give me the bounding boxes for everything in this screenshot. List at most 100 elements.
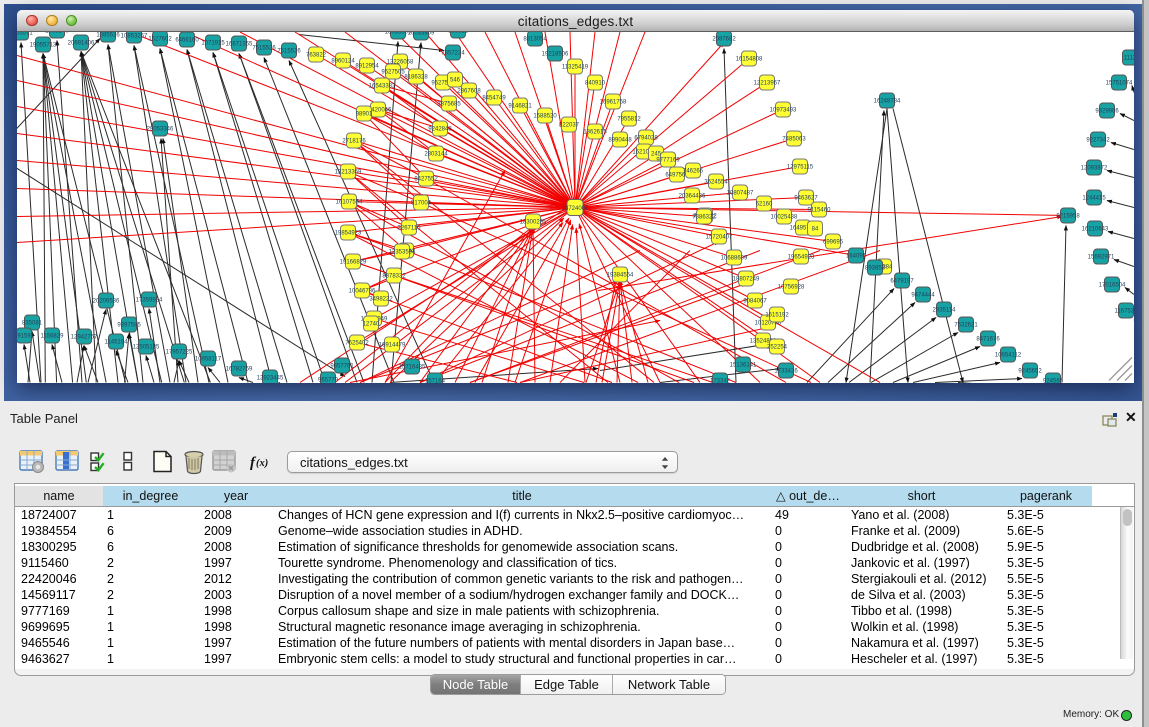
svg-text:8454749: 8454749 [482, 95, 506, 101]
svg-text:1615192: 1615192 [765, 312, 789, 318]
svg-text:12975115: 12975115 [787, 164, 814, 170]
svg-text:16107554: 16107554 [336, 199, 363, 205]
svg-text:12213967: 12213967 [754, 80, 781, 86]
svg-text:10958117: 10958117 [195, 356, 222, 362]
svg-text:7386322: 7386322 [692, 214, 716, 220]
svg-text:2718176: 2718176 [342, 138, 366, 144]
svg-text:1905571: 1905571 [17, 32, 33, 37]
svg-text:9245652: 9245652 [1018, 368, 1042, 374]
svg-text:822037: 822037 [559, 122, 580, 128]
svg-text:(x): (x) [256, 458, 268, 469]
svg-text:12740: 12740 [363, 321, 380, 327]
svg-text:84: 84 [812, 226, 819, 232]
svg-text:1145194: 1145194 [105, 339, 129, 345]
svg-text:10853267: 10853267 [121, 33, 148, 39]
svg-text:62160: 62160 [756, 201, 773, 207]
svg-text:10025438: 10025438 [771, 214, 798, 220]
svg-text:10654112: 10654112 [995, 352, 1022, 358]
svg-text:9527505: 9527505 [381, 69, 405, 75]
svg-text:17957225: 17957225 [166, 349, 193, 355]
svg-text:18807249: 18807249 [733, 276, 760, 282]
svg-text:9115460: 9115460 [808, 207, 832, 213]
svg-text:840910: 840910 [585, 80, 606, 86]
svg-text:6794028: 6794028 [634, 135, 658, 141]
svg-text:15751074: 15751074 [1106, 80, 1133, 86]
svg-text:924565: 924565 [1043, 378, 1064, 382]
svg-text:3267110: 3267110 [398, 225, 422, 231]
svg-text:29053346: 29053346 [147, 126, 174, 132]
svg-text:1156829: 1156829 [41, 333, 65, 339]
svg-text:3624554: 3624554 [704, 179, 728, 185]
svg-text:164095: 164095 [846, 253, 867, 259]
svg-text:16961758: 16961758 [600, 99, 627, 105]
svg-text:9227342: 9227342 [1086, 137, 1110, 143]
svg-text:10688609: 10688609 [721, 255, 748, 261]
svg-text:16543382: 16543382 [369, 83, 396, 89]
svg-text:7625402: 7625402 [345, 340, 369, 346]
svg-text:6466160: 6466160 [175, 37, 199, 43]
svg-text:9463627: 9463627 [794, 195, 818, 201]
svg-text:15692971: 15692971 [1088, 254, 1115, 260]
svg-text:12093872: 12093872 [1081, 165, 1108, 171]
svg-text:7632621: 7632621 [954, 322, 978, 328]
svg-text:19218506: 19218506 [542, 51, 569, 57]
svg-text:20364436: 20364436 [679, 193, 706, 199]
svg-text:8878332: 8878332 [382, 273, 406, 279]
svg-text:2087682: 2087682 [712, 36, 736, 42]
svg-text:9397585: 9397585 [117, 322, 141, 328]
svg-text:11325419: 11325419 [562, 64, 589, 70]
svg-text:17016504: 17016504 [1099, 282, 1126, 288]
svg-text:252254: 252254 [767, 344, 788, 350]
svg-text:16914479: 16914479 [379, 342, 406, 348]
svg-text:19854923: 19854923 [335, 230, 362, 236]
svg-text:8215958: 8215958 [1056, 213, 1080, 219]
svg-text:2867608: 2867608 [457, 88, 481, 94]
svg-text:12505135: 12505135 [133, 344, 160, 350]
svg-text:546: 546 [450, 77, 461, 83]
svg-text:8813054: 8813054 [523, 36, 547, 42]
svg-text:6479197: 6479197 [890, 278, 914, 284]
svg-text:18300295: 18300295 [520, 219, 547, 225]
svg-text:1167531: 1167531 [1115, 308, 1134, 314]
svg-text:8990448: 8990448 [608, 137, 632, 143]
svg-text:7955812: 7955812 [617, 116, 641, 122]
svg-text:1733426: 1733426 [774, 368, 798, 374]
svg-text:157164: 157164 [425, 378, 446, 382]
svg-text:7515526: 7515526 [277, 48, 301, 54]
svg-text:15716485: 15716485 [399, 364, 426, 370]
svg-text:699695: 699695 [823, 239, 844, 245]
svg-text:2935114: 2935114 [933, 307, 957, 313]
svg-text:18724007: 18724007 [562, 206, 589, 212]
svg-text:8912954: 8912954 [355, 63, 379, 69]
svg-text:8186328: 8186328 [404, 74, 428, 80]
svg-text:9146821: 9146821 [508, 103, 532, 109]
svg-text:885322: 885322 [448, 32, 469, 35]
svg-text:16782759: 16782759 [226, 366, 253, 372]
svg-text:10807487: 10807487 [727, 190, 754, 196]
svg-text:12923445: 12923445 [257, 375, 284, 381]
svg-text:8471676: 8471676 [976, 336, 1000, 342]
svg-text:763822: 763822 [306, 52, 327, 58]
svg-text:12353594: 12353594 [389, 249, 416, 255]
svg-text:20206536: 20206536 [93, 298, 120, 304]
svg-text:7515526: 7515526 [252, 45, 276, 51]
svg-text:7857224: 7857224 [441, 50, 465, 56]
svg-text:12213369: 12213369 [335, 169, 362, 175]
svg-text:9084067: 9084067 [743, 298, 767, 304]
svg-text:173342: 173342 [710, 378, 731, 382]
svg-text:9329966: 9329966 [1095, 108, 1119, 114]
svg-text:9857791: 9857791 [330, 363, 354, 369]
svg-text:1112: 1112 [1124, 55, 1134, 61]
svg-text:2069140: 2069140 [45, 32, 69, 35]
svg-text:8427552: 8427552 [414, 176, 438, 182]
svg-text:1362615: 1362615 [583, 129, 607, 135]
svg-text:10756928: 10756928 [778, 284, 805, 290]
svg-text:19055713: 19055713 [30, 42, 57, 48]
svg-text:9474444: 9474444 [911, 292, 935, 298]
svg-text:2803144: 2803144 [424, 151, 448, 157]
svg-text:965779: 965779 [318, 377, 339, 382]
svg-text:8960124: 8960124 [331, 58, 355, 64]
svg-text:10973493: 10973493 [770, 107, 797, 113]
svg-text:391591: 391591 [17, 333, 35, 339]
svg-text:1244415: 1244415 [1082, 195, 1106, 201]
